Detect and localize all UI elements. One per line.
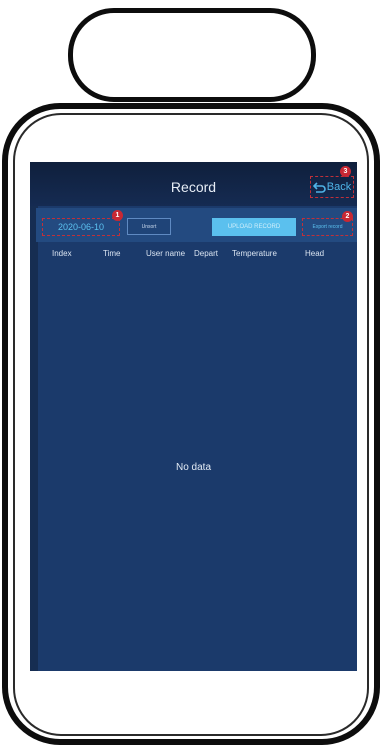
date-picker[interactable]: 2020-06-10 (42, 218, 120, 236)
empty-state-text: No data (175, 462, 212, 473)
device-top-cap (68, 8, 316, 102)
column-header-temperature: Temperature (232, 249, 277, 258)
back-arrow-icon (312, 181, 326, 193)
back-button-label: Back (326, 181, 352, 193)
unsort-button[interactable]: Unsort (127, 218, 171, 235)
annotation-badge-date: 1 (112, 210, 123, 221)
column-header-head: Head (305, 249, 325, 258)
upload-record-label: UPLOAD RECORD (227, 224, 281, 230)
column-header-user-name: User name (146, 249, 186, 258)
page-title: Record (170, 179, 217, 195)
annotation-badge-back: 3 (340, 166, 351, 177)
annotation-badge-export: 2 (342, 211, 353, 222)
upload-record-button[interactable]: UPLOAD RECORD (212, 218, 296, 236)
table-header: Index Time User name Depart Temperature … (42, 246, 350, 262)
column-header-index: Index (52, 249, 72, 258)
app-header: Record Back 3 (30, 162, 357, 206)
back-button[interactable]: Back (310, 176, 354, 198)
app-screen: Record Back 3 2020-06-10 1 Unsort UPLOAD… (30, 162, 357, 671)
column-header-depart: Depart (194, 249, 219, 258)
column-header-time: Time (103, 249, 121, 258)
